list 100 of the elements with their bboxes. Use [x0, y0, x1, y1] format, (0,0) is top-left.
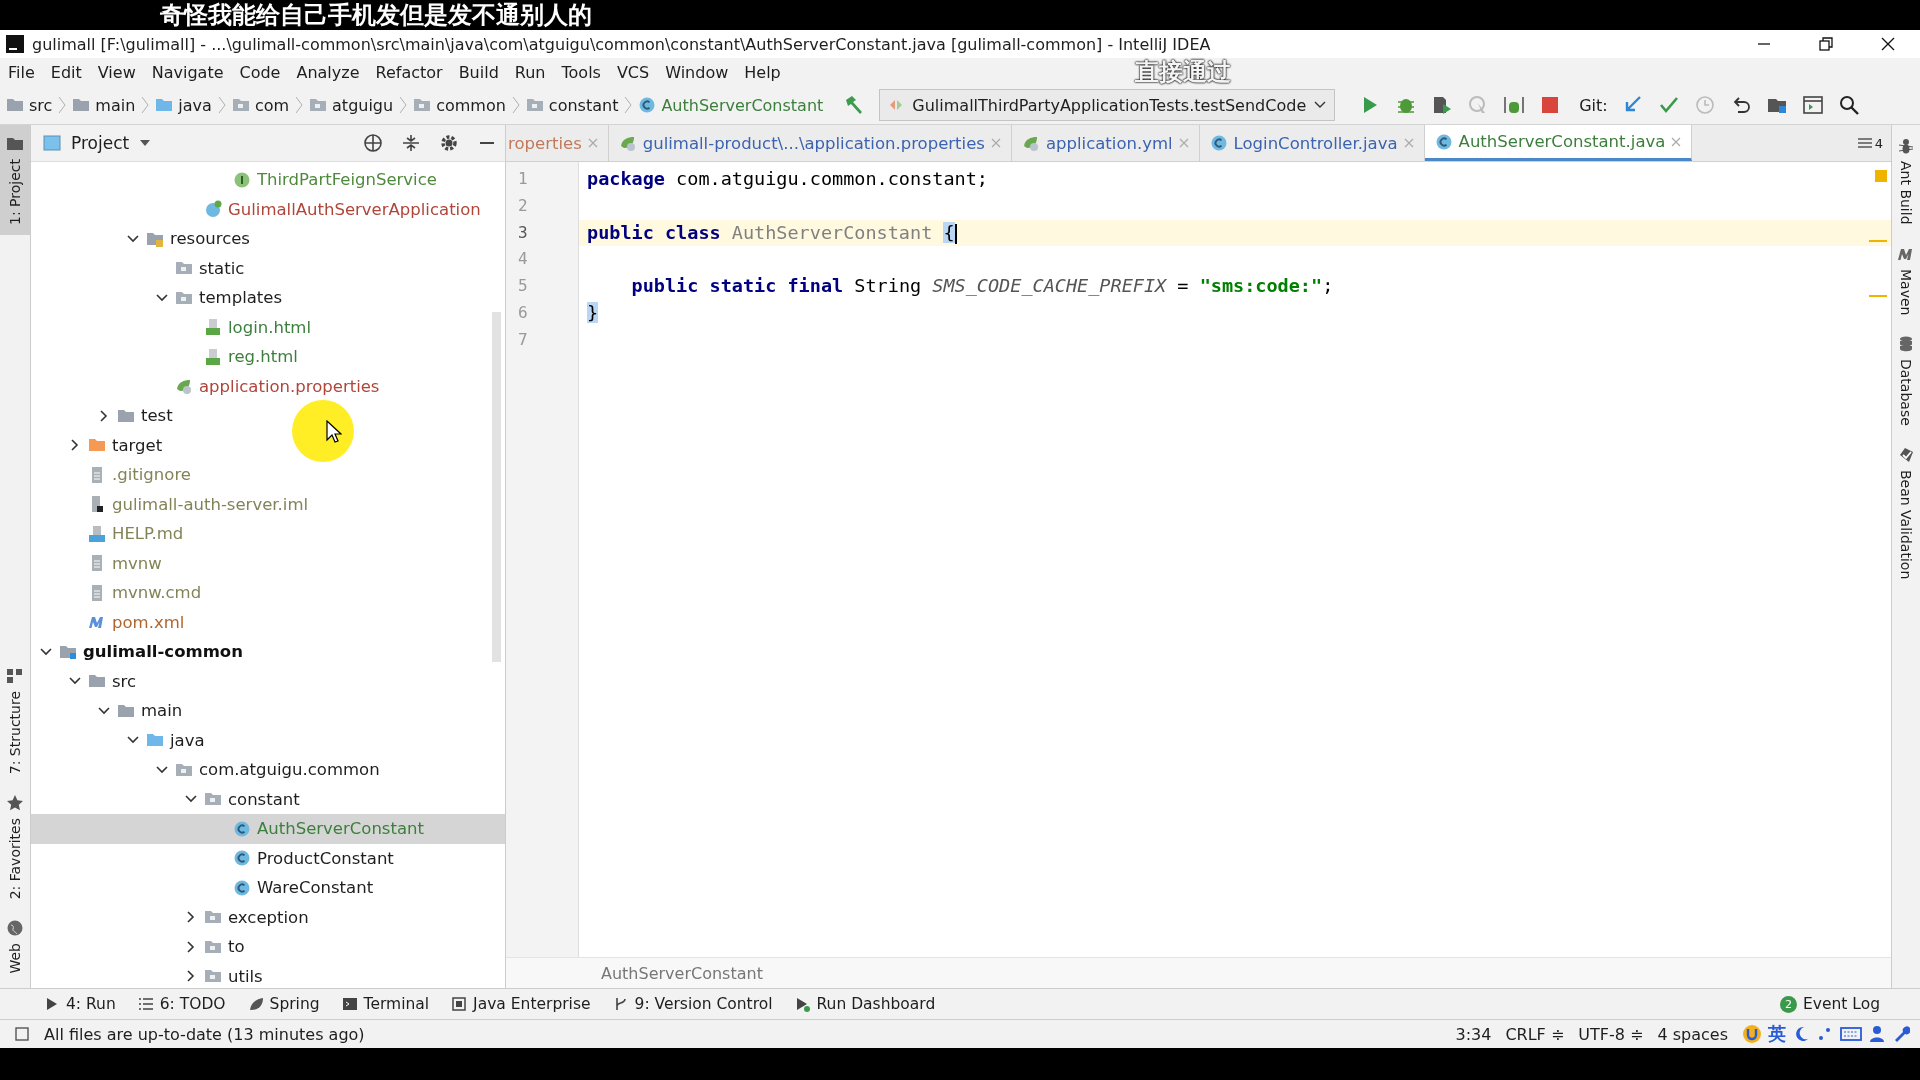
warning-marker[interactable]: [1875, 170, 1887, 182]
caret-position[interactable]: 3:34: [1455, 1024, 1492, 1044]
ime-logo-icon[interactable]: [1742, 1024, 1762, 1044]
line-separator-selector[interactable]: CRLF ≑: [1505, 1024, 1565, 1044]
breadcrumb[interactable]: AuthServerConstant: [601, 963, 763, 983]
tree-item[interactable]: test: [31, 401, 505, 431]
tree-item[interactable]: HELP.md: [31, 519, 505, 549]
input-mode-indicator[interactable]: 英: [1768, 1022, 1786, 1046]
menu-item[interactable]: VCS: [616, 62, 650, 82]
folder-icon: [6, 135, 24, 153]
tree-item[interactable]: resources: [31, 224, 505, 254]
user-icon[interactable]: [1868, 1025, 1886, 1043]
tool-window-button[interactable]: 6: TODO: [137, 995, 226, 1013]
menu-item[interactable]: File: [8, 62, 35, 82]
tree-item[interactable]: to: [31, 932, 505, 962]
tree-item[interactable]: gulimall-common: [31, 637, 505, 667]
breadcrumb[interactable]: common: [413, 95, 506, 115]
tree-item[interactable]: java: [31, 725, 505, 755]
tool-window-button[interactable]: 4: Run: [44, 995, 116, 1013]
encoding-selector[interactable]: UTF-8 ≑: [1578, 1024, 1644, 1044]
tree-item[interactable]: exception: [31, 902, 505, 932]
tree-item[interactable]: GulimallAuthServerApplication: [31, 194, 505, 224]
tree-item[interactable]: login.html: [31, 312, 505, 342]
tool-window-button[interactable]: Java Enterprise: [451, 995, 591, 1013]
event-log-button[interactable]: 2 Event Log: [1780, 995, 1880, 1013]
tool-window-button[interactable]: Spring: [247, 995, 320, 1013]
tree-item[interactable]: utils: [31, 961, 505, 988]
menu-item[interactable]: Run: [514, 62, 546, 82]
tab-list-button[interactable]: 4: [1856, 125, 1891, 161]
tree-item[interactable]: ProductConstant: [31, 843, 505, 873]
menu-item[interactable]: Refactor: [375, 62, 443, 82]
tree-item[interactable]: com.atguigu.common: [31, 755, 505, 785]
subtitle: 奇怪我能给自己手机发但是发不通别人的: [160, 1, 592, 29]
menu-item[interactable]: Window: [665, 62, 729, 82]
editor-tab[interactable]: application.yml: [1011, 125, 1200, 161]
tree-item[interactable]: mvnw.cmd: [31, 578, 505, 608]
search-icon[interactable]: [1837, 94, 1860, 116]
tree-item[interactable]: static: [31, 253, 505, 283]
tool-window-tab[interactable]: Web: [0, 909, 30, 984]
tool-window-button[interactable]: 9: Version Control: [612, 995, 773, 1013]
tree-item[interactable]: pom.xml: [31, 607, 505, 637]
menu-item[interactable]: View: [97, 62, 136, 82]
status-message: All files are up-to-date (13 minutes ago): [44, 1024, 366, 1044]
tree-item[interactable]: WareConstant: [31, 873, 505, 903]
tree-item[interactable]: ThirdPartFeignService: [31, 165, 505, 195]
chevron-icon: [511, 95, 520, 115]
tree-item[interactable]: src: [31, 666, 505, 696]
tree-item[interactable]: target: [31, 430, 505, 460]
restore-icon[interactable]: [1818, 36, 1834, 52]
breadcrumb[interactable]: AuthServerConstant: [638, 95, 824, 115]
breadcrumb[interactable]: com: [231, 95, 290, 115]
breadcrumb[interactable]: java: [155, 95, 212, 115]
tool-window-tab[interactable]: Database: [1897, 335, 1915, 426]
collapse-all-icon[interactable]: [401, 133, 421, 153]
scrollbar-thumb[interactable]: [492, 312, 501, 662]
locate-icon[interactable]: [363, 133, 383, 153]
menu-item[interactable]: Tools: [561, 62, 601, 82]
tree-item[interactable]: main: [31, 696, 505, 726]
tool-window-tab[interactable]: 7: Structure: [0, 656, 30, 785]
menu-item[interactable]: Help: [744, 62, 781, 82]
tree-item[interactable]: constant: [31, 784, 505, 814]
tree-item[interactable]: templates: [31, 283, 505, 313]
run-configuration-dropdown[interactable]: GulimallThirdPartyApplicationTests.testSendCode: [879, 89, 1336, 121]
tree-item[interactable]: gulimall-auth-server.iml: [31, 489, 505, 519]
menu-item[interactable]: Edit: [50, 62, 82, 82]
indent-selector[interactable]: 4 spaces: [1657, 1024, 1728, 1044]
tool-window-tab[interactable]: 1: Project: [0, 125, 30, 235]
attach-debugger-icon[interactable]: [1503, 94, 1526, 116]
class-icon: [1434, 132, 1453, 151]
spring-file-icon: [618, 134, 637, 152]
menu-item[interactable]: Code: [239, 62, 281, 82]
close-icon[interactable]: [1880, 36, 1896, 52]
tool-window-button[interactable]: Terminal: [341, 995, 430, 1013]
tool-window-tab[interactable]: 2: Favorites: [0, 784, 30, 910]
tree-item[interactable]: mvnw: [31, 548, 505, 578]
tree-item[interactable]: .gitignore: [31, 460, 505, 490]
keyboard-icon[interactable]: [1840, 1025, 1862, 1043]
settings-icon[interactable]: [439, 133, 459, 153]
editor-tab[interactable]: gulimall-product\...\application.properties: [608, 125, 1012, 161]
window-icon[interactable]: [1801, 94, 1824, 116]
tool-window-tab[interactable]: Bean Validation: [1897, 445, 1915, 580]
spring-file-icon: [1021, 134, 1040, 152]
tree-item[interactable]: application.properties: [31, 371, 505, 401]
view-selector[interactable]: Project: [39, 133, 152, 153]
html-file-icon: [204, 347, 222, 366]
tree-item[interactable]: reg.html: [31, 342, 505, 372]
tool-window-tab[interactable]: Ant Build: [1897, 137, 1915, 225]
menu-item[interactable]: Navigate: [151, 62, 224, 82]
tool-window-button[interactable]: Run Dashboard: [794, 995, 936, 1013]
menu-item[interactable]: Build: [458, 62, 499, 82]
breadcrumb[interactable]: constant: [525, 95, 619, 115]
breadcrumb[interactable]: src: [6, 95, 53, 115]
code-line: package com.atguigu.common.constant;: [587, 167, 988, 191]
editor-tab[interactable]: LoginController.java: [1199, 125, 1425, 161]
breadcrumb[interactable]: main: [72, 95, 136, 115]
panel-toggle-icon[interactable]: [14, 1026, 30, 1042]
tool-window-tab[interactable]: Maven: [1897, 244, 1915, 315]
breadcrumb[interactable]: atguigu: [309, 95, 394, 115]
menu-item[interactable]: Analyze: [296, 62, 360, 82]
editor-tab[interactable]: AuthServerConstant.java: [1424, 125, 1693, 161]
